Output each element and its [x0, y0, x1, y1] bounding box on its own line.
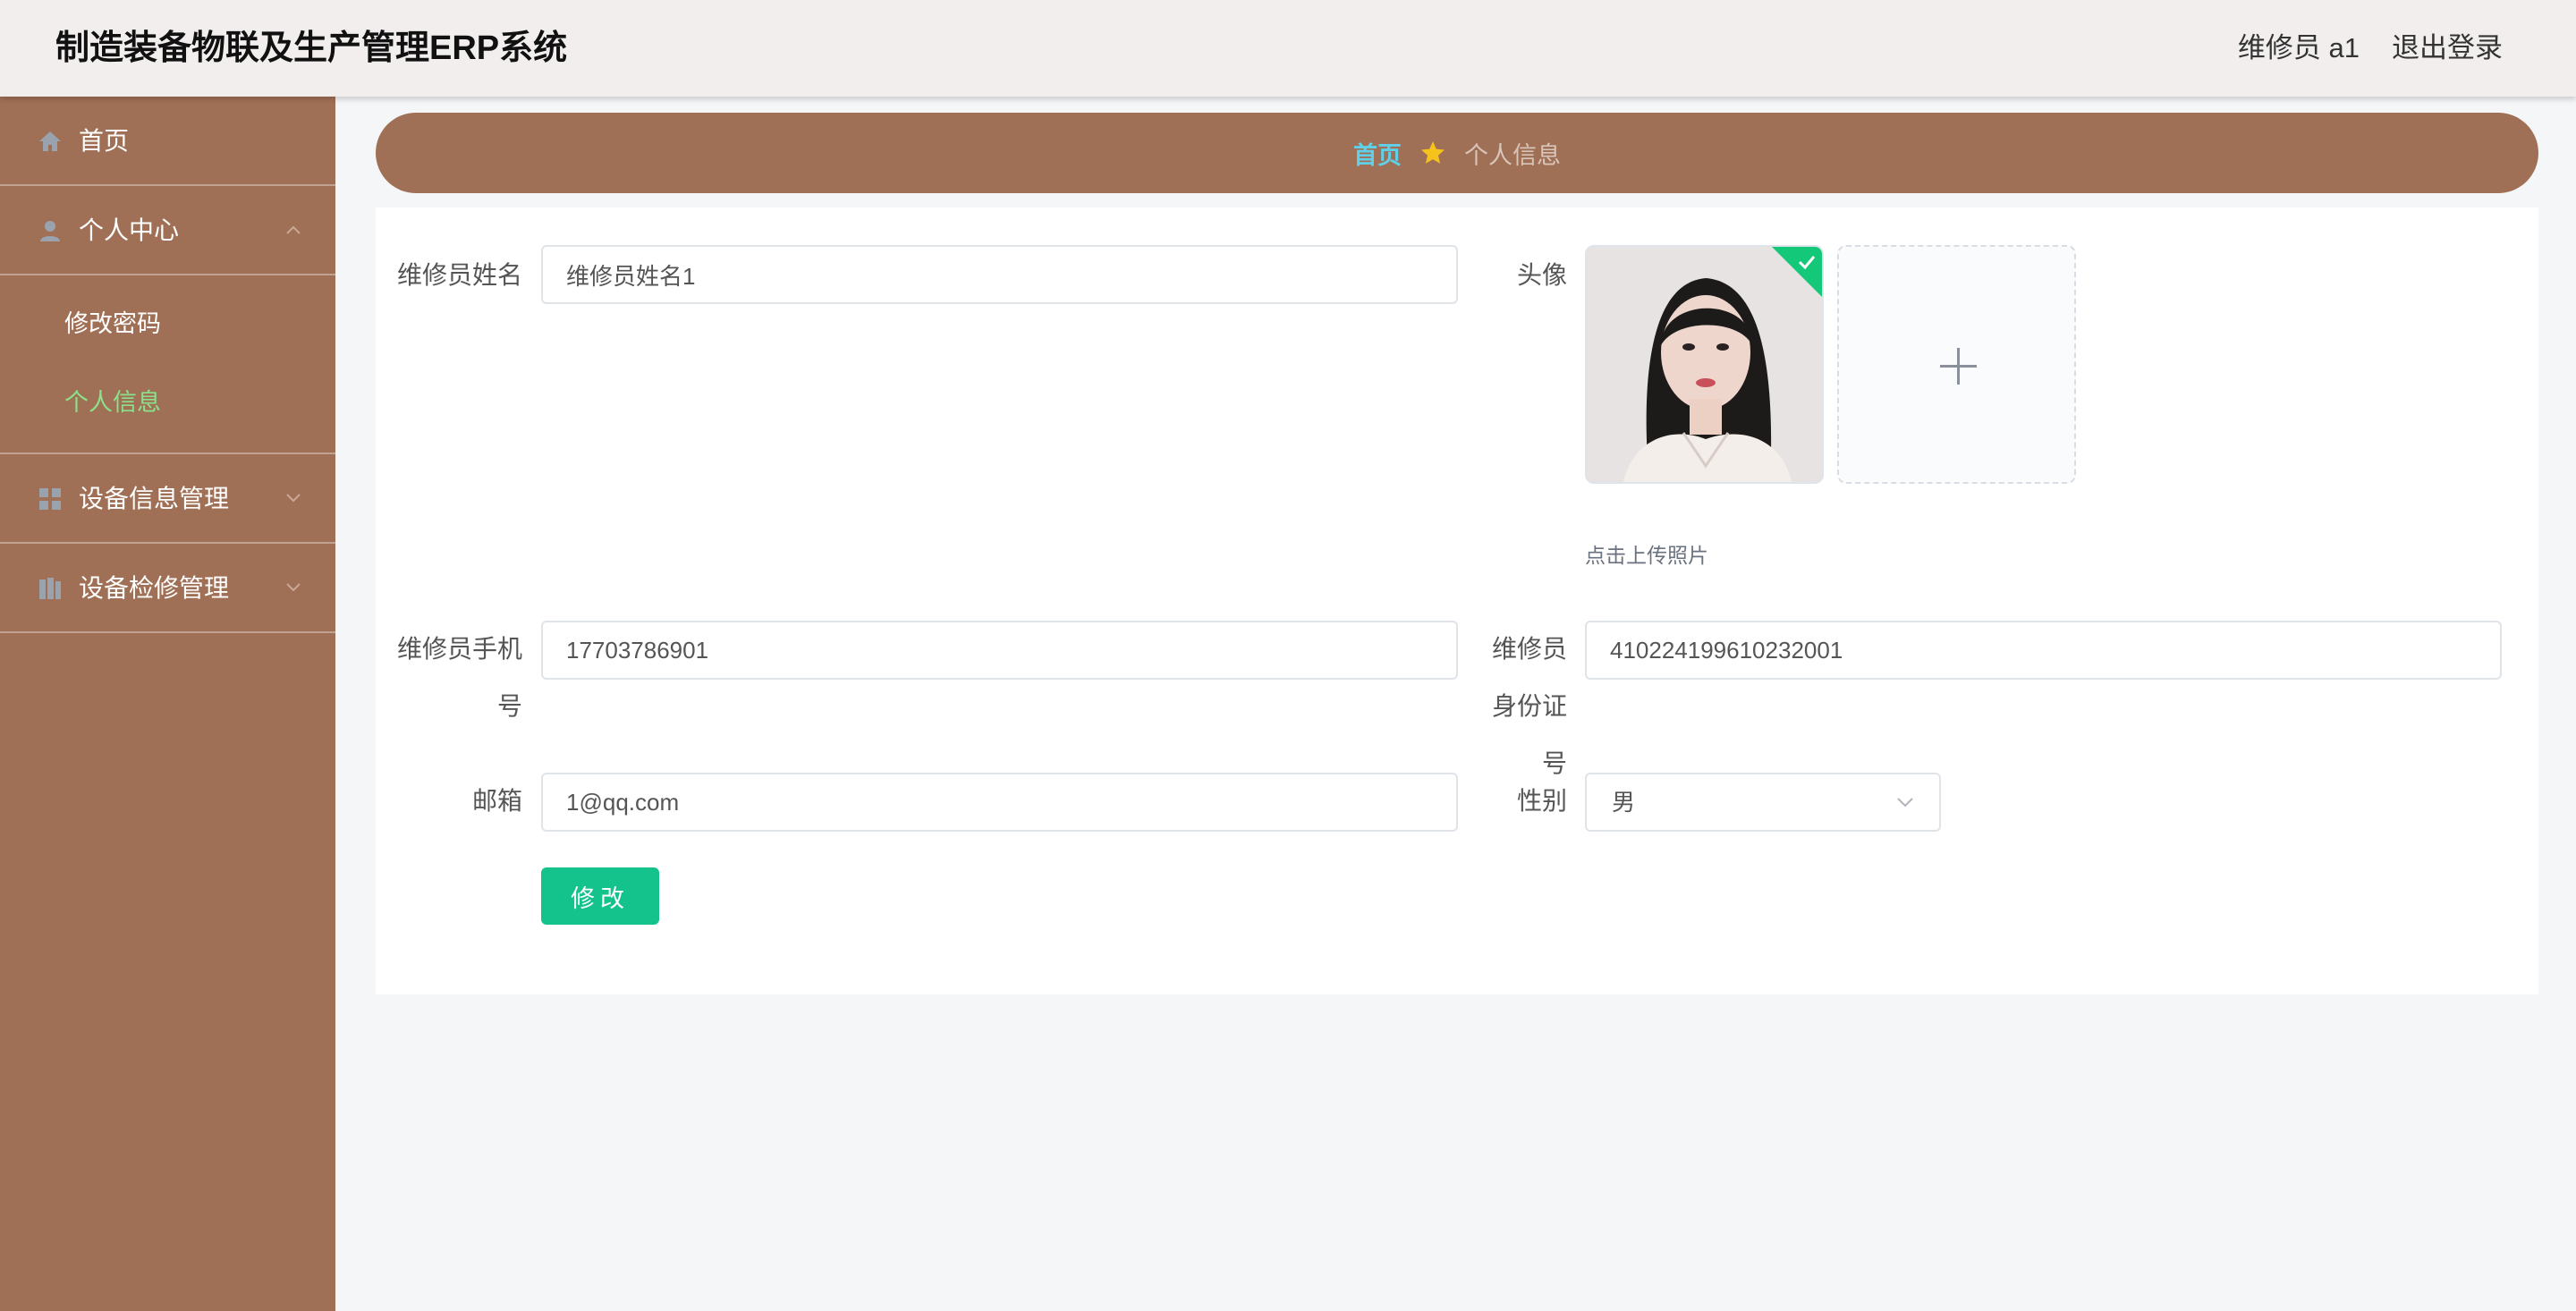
- phone-label: 维修员手机号: [396, 635, 522, 720]
- sidebar-item-label: 个人中心: [79, 216, 180, 244]
- breadcrumb: 首页 个人信息: [376, 113, 2538, 193]
- submit-button[interactable]: 修改: [541, 867, 659, 925]
- sidebar-item-home[interactable]: 首页: [0, 97, 335, 186]
- gender-select[interactable]: 男: [1585, 773, 1941, 832]
- home-icon: [38, 129, 63, 154]
- id-card-input[interactable]: [1585, 621, 2502, 680]
- chevron-down-icon: [285, 492, 301, 503]
- uploaded-check-badge: [1772, 247, 1822, 297]
- breadcrumb-current: 个人信息: [1464, 141, 1561, 169]
- breadcrumb-home-link[interactable]: 首页: [1353, 136, 1402, 171]
- logout-link[interactable]: 退出登录: [2392, 29, 2503, 68]
- sidebar-item-label: 设备信息管理: [79, 485, 230, 512]
- avatar-upload-button[interactable]: [1837, 245, 2076, 484]
- avatar[interactable]: [1585, 245, 1824, 484]
- gender-label: 性别: [1516, 787, 1567, 815]
- plus-icon: [1940, 348, 1977, 385]
- phone-input[interactable]: [541, 621, 1458, 680]
- gender-select-value: 男: [1612, 789, 1636, 816]
- chevron-down-icon: [285, 581, 301, 592]
- star-icon: [1419, 140, 1446, 166]
- upload-hint: 点击上传照片: [1585, 544, 1708, 567]
- sidebar-item-label: 首页: [79, 127, 130, 155]
- avatar-label: 头像: [1516, 261, 1567, 289]
- chevron-up-icon: [285, 224, 301, 234]
- personal-info-form: 维修员姓名 头像 点击上传照片 维修员手机号 维修员身份证号 邮箱 性别 男: [376, 207, 2538, 994]
- top-header: 制造装备物联及生产管理ERP系统 维修员 a1 退出登录: [0, 0, 2576, 97]
- check-icon: [1798, 256, 1816, 270]
- sidebar: 首页 个人中心 修改密码 个人信息 设备信息管理 设备检修管理: [0, 97, 335, 1311]
- book-icon: [38, 576, 63, 601]
- email-label: 邮箱: [471, 787, 522, 815]
- sidebar-item-personal-center[interactable]: 个人中心: [0, 186, 335, 275]
- current-user-label: 维修员 a1: [2237, 32, 2360, 63]
- sidebar-subitem-personal-info[interactable]: 个人信息: [0, 363, 335, 442]
- user-icon: [38, 218, 63, 243]
- email-input[interactable]: [541, 773, 1458, 832]
- sidebar-item-device-info[interactable]: 设备信息管理: [0, 454, 335, 544]
- sidebar-item-label: 设备检修管理: [79, 574, 230, 602]
- chevron-down-icon: [1896, 796, 1914, 808]
- name-input[interactable]: [541, 245, 1458, 304]
- name-label: 维修员姓名: [396, 261, 522, 289]
- sidebar-item-device-maintenance[interactable]: 设备检修管理: [0, 544, 335, 633]
- grid-icon: [38, 486, 63, 512]
- personal-center-submenu: 修改密码 个人信息: [0, 275, 335, 454]
- app-title: 制造装备物联及生产管理ERP系统: [55, 30, 568, 67]
- id-card-label: 维修员身份证号: [1491, 635, 1567, 777]
- sidebar-subitem-change-password[interactable]: 修改密码: [0, 284, 335, 363]
